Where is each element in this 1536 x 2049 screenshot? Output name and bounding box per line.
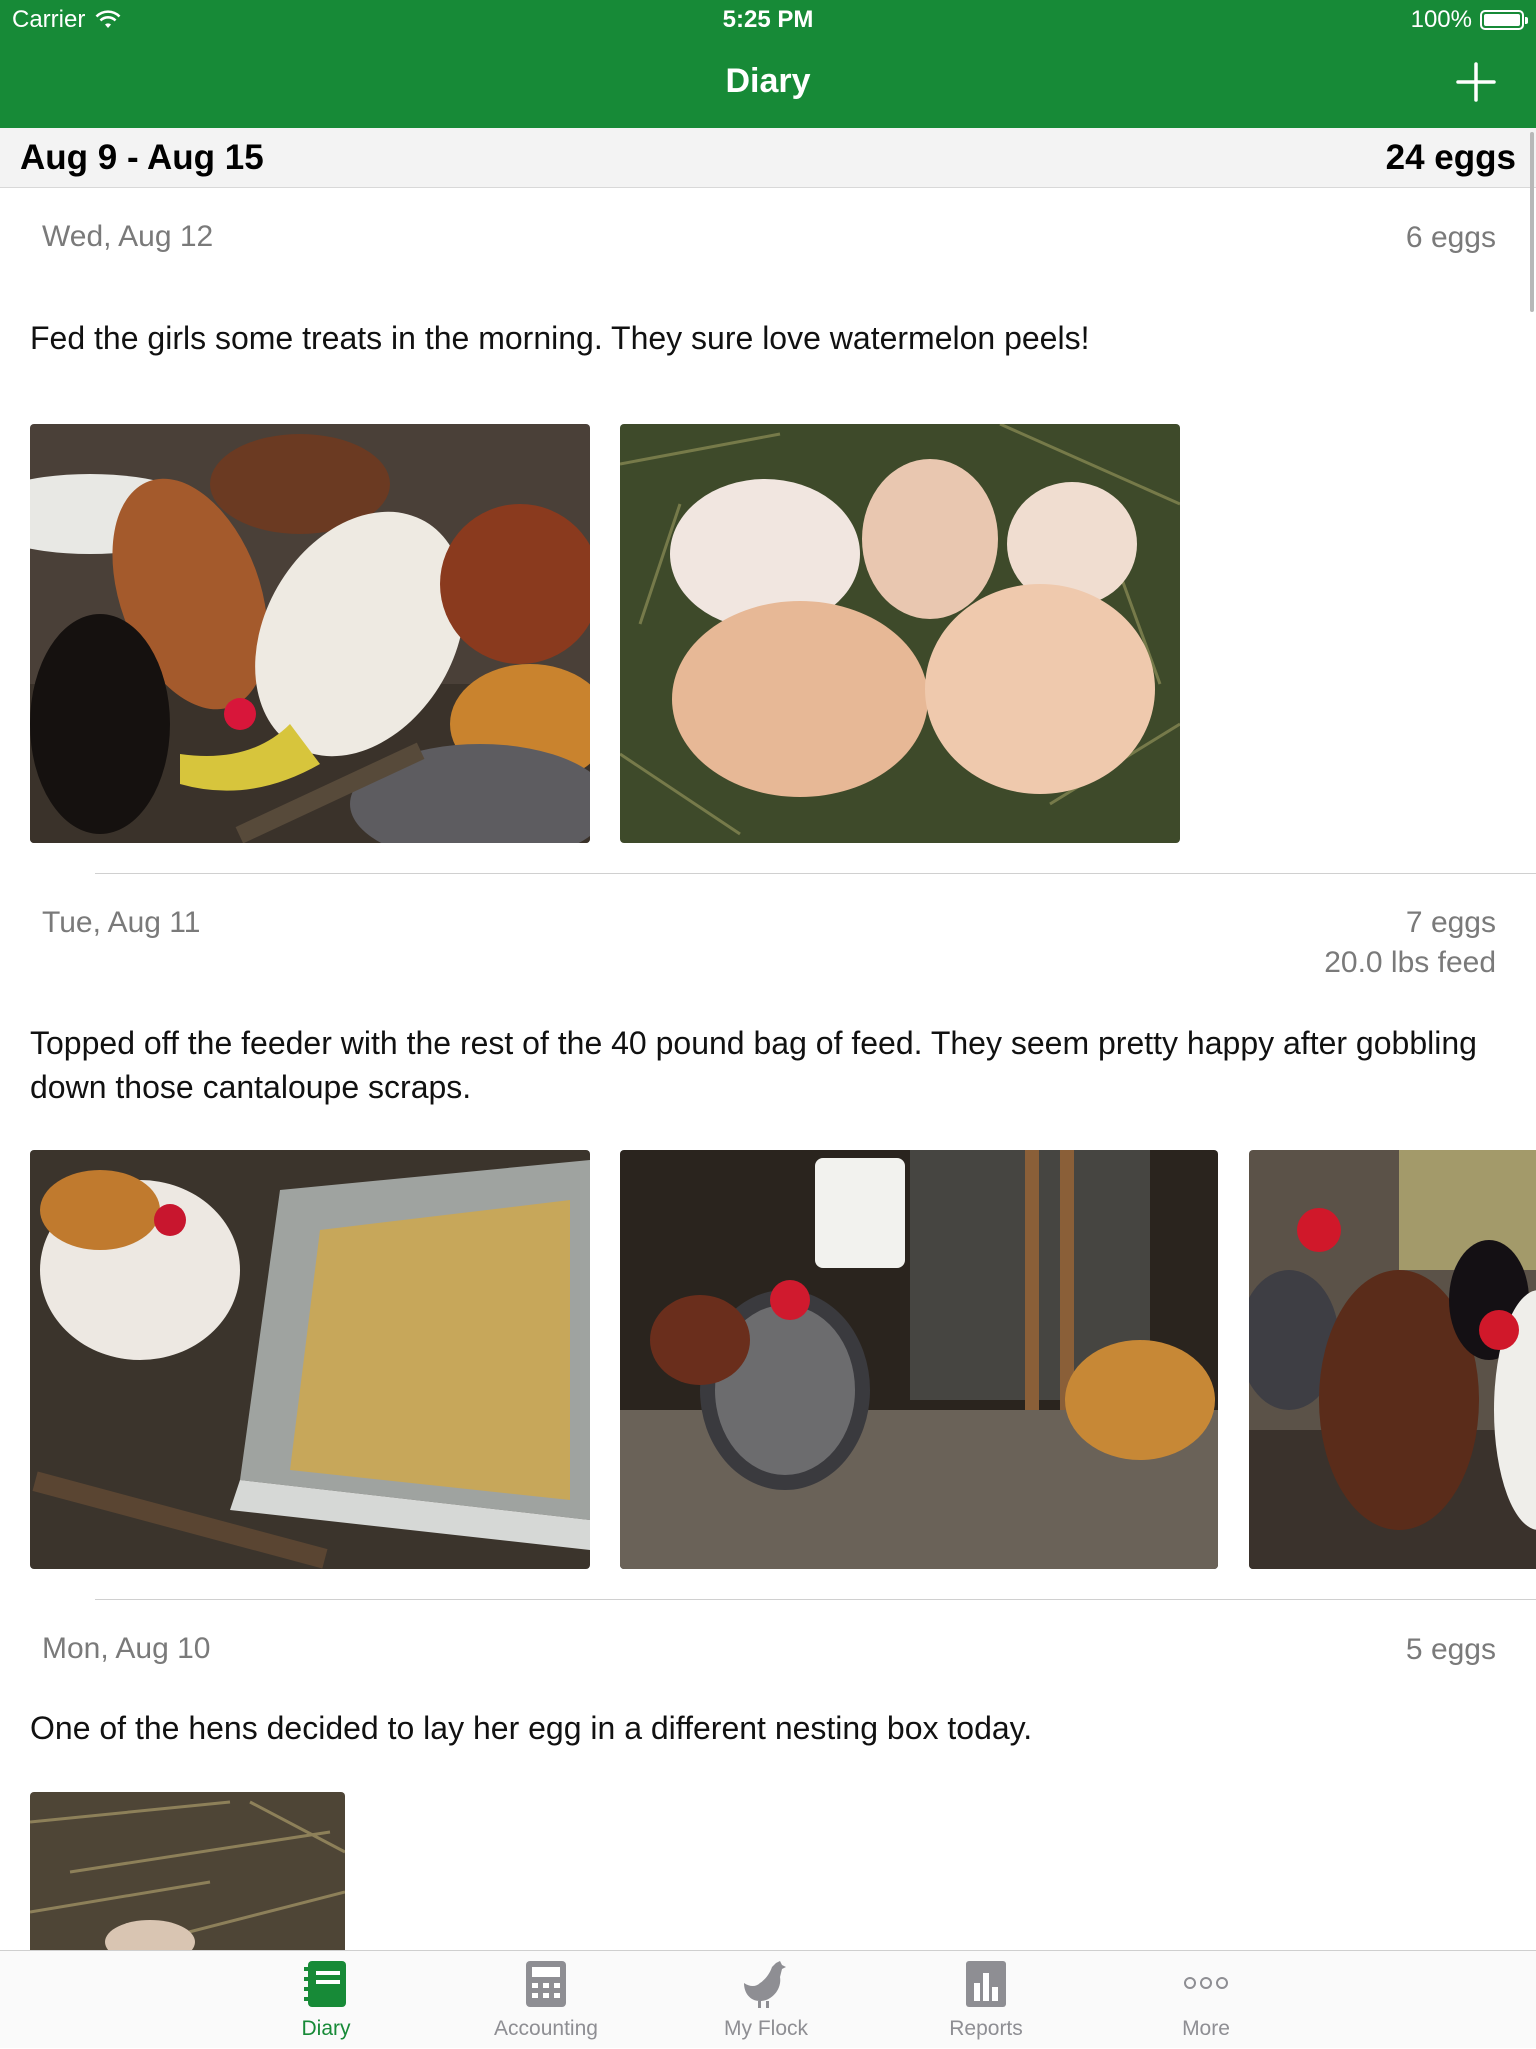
week-egg-total: 24 eggs: [1385, 138, 1516, 177]
week-section-header: Aug 9 - Aug 15 24 eggs: [0, 128, 1536, 188]
entry-divider: [95, 1599, 1536, 1600]
plus-icon: [1456, 62, 1496, 102]
egg-count-label: 5 eggs: [1405, 1633, 1496, 1666]
battery-icon: [1480, 10, 1528, 30]
photo-chickens-eating-watermelon[interactable]: [30, 424, 590, 843]
photo-feeder-tray[interactable]: [30, 1150, 590, 1569]
bar-chart-icon: [966, 1961, 1006, 2007]
entry-date: Wed, Aug 12: [42, 220, 214, 253]
add-entry-button[interactable]: [1452, 58, 1500, 106]
tab-label: Accounting: [494, 2017, 598, 2040]
photo-nesting-box[interactable]: [30, 1792, 345, 1950]
page-title: Diary: [725, 62, 811, 100]
tab-label: Reports: [949, 2017, 1023, 2040]
entry-note: One of the hens decided to lay her egg i…: [30, 1710, 1033, 1746]
entry-summary: 7 eggs 20.0 lbs feed: [1324, 903, 1496, 983]
calculator-icon: [526, 1961, 566, 2007]
tab-more[interactable]: More: [1126, 1951, 1286, 2049]
entry-date: Tue, Aug 11: [42, 906, 201, 939]
navigation-bar: Carrier 5:25 PM 100% Diary: [0, 0, 1536, 128]
tab-my-flock[interactable]: My Flock: [686, 1951, 846, 2049]
tab-label: Diary: [301, 2017, 351, 2040]
photo-hens-closeup[interactable]: [1249, 1150, 1536, 1569]
tab-bar: Diary Accounting My Flock Reports More: [0, 1950, 1536, 2048]
entry-note: Topped off the feeder with the rest of t…: [30, 1025, 1477, 1105]
week-range: Aug 9 - Aug 15: [20, 138, 264, 177]
photo-eggs-in-nest[interactable]: [620, 424, 1180, 843]
entry-egg-count: 5 eggs: [1406, 1630, 1496, 1670]
feed-amount-label: 20.0 lbs feed: [1324, 946, 1496, 979]
diary-icon: [304, 1961, 346, 2007]
status-bar: Carrier 5:25 PM 100%: [0, 0, 1536, 40]
clock: 5:25 PM: [722, 6, 814, 33]
battery-percent: 100%: [1410, 6, 1472, 33]
tab-diary[interactable]: Diary: [246, 1951, 406, 2049]
more-dots-icon: [1184, 1977, 1228, 1989]
egg-count-label: 6 eggs: [1405, 221, 1496, 254]
battery-info: 100%: [1410, 6, 1528, 34]
egg-count-label: 7 eggs: [1405, 906, 1496, 939]
tab-label: More: [1182, 2017, 1230, 2040]
tab-label: My Flock: [724, 2017, 808, 2040]
scroll-indicator[interactable]: [1530, 132, 1534, 312]
chicken-icon: [744, 1961, 786, 2008]
entry-divider: [95, 873, 1536, 874]
entry-egg-count: 6 eggs: [1406, 218, 1496, 258]
entry-date: Mon, Aug 10: [42, 1632, 211, 1665]
tab-accounting[interactable]: Accounting: [466, 1951, 626, 2049]
tab-reports[interactable]: Reports: [906, 1951, 1066, 2049]
entry-note: Fed the girls some treats in the morning…: [30, 320, 1090, 356]
photo-coop-chickens[interactable]: [620, 1150, 1218, 1569]
